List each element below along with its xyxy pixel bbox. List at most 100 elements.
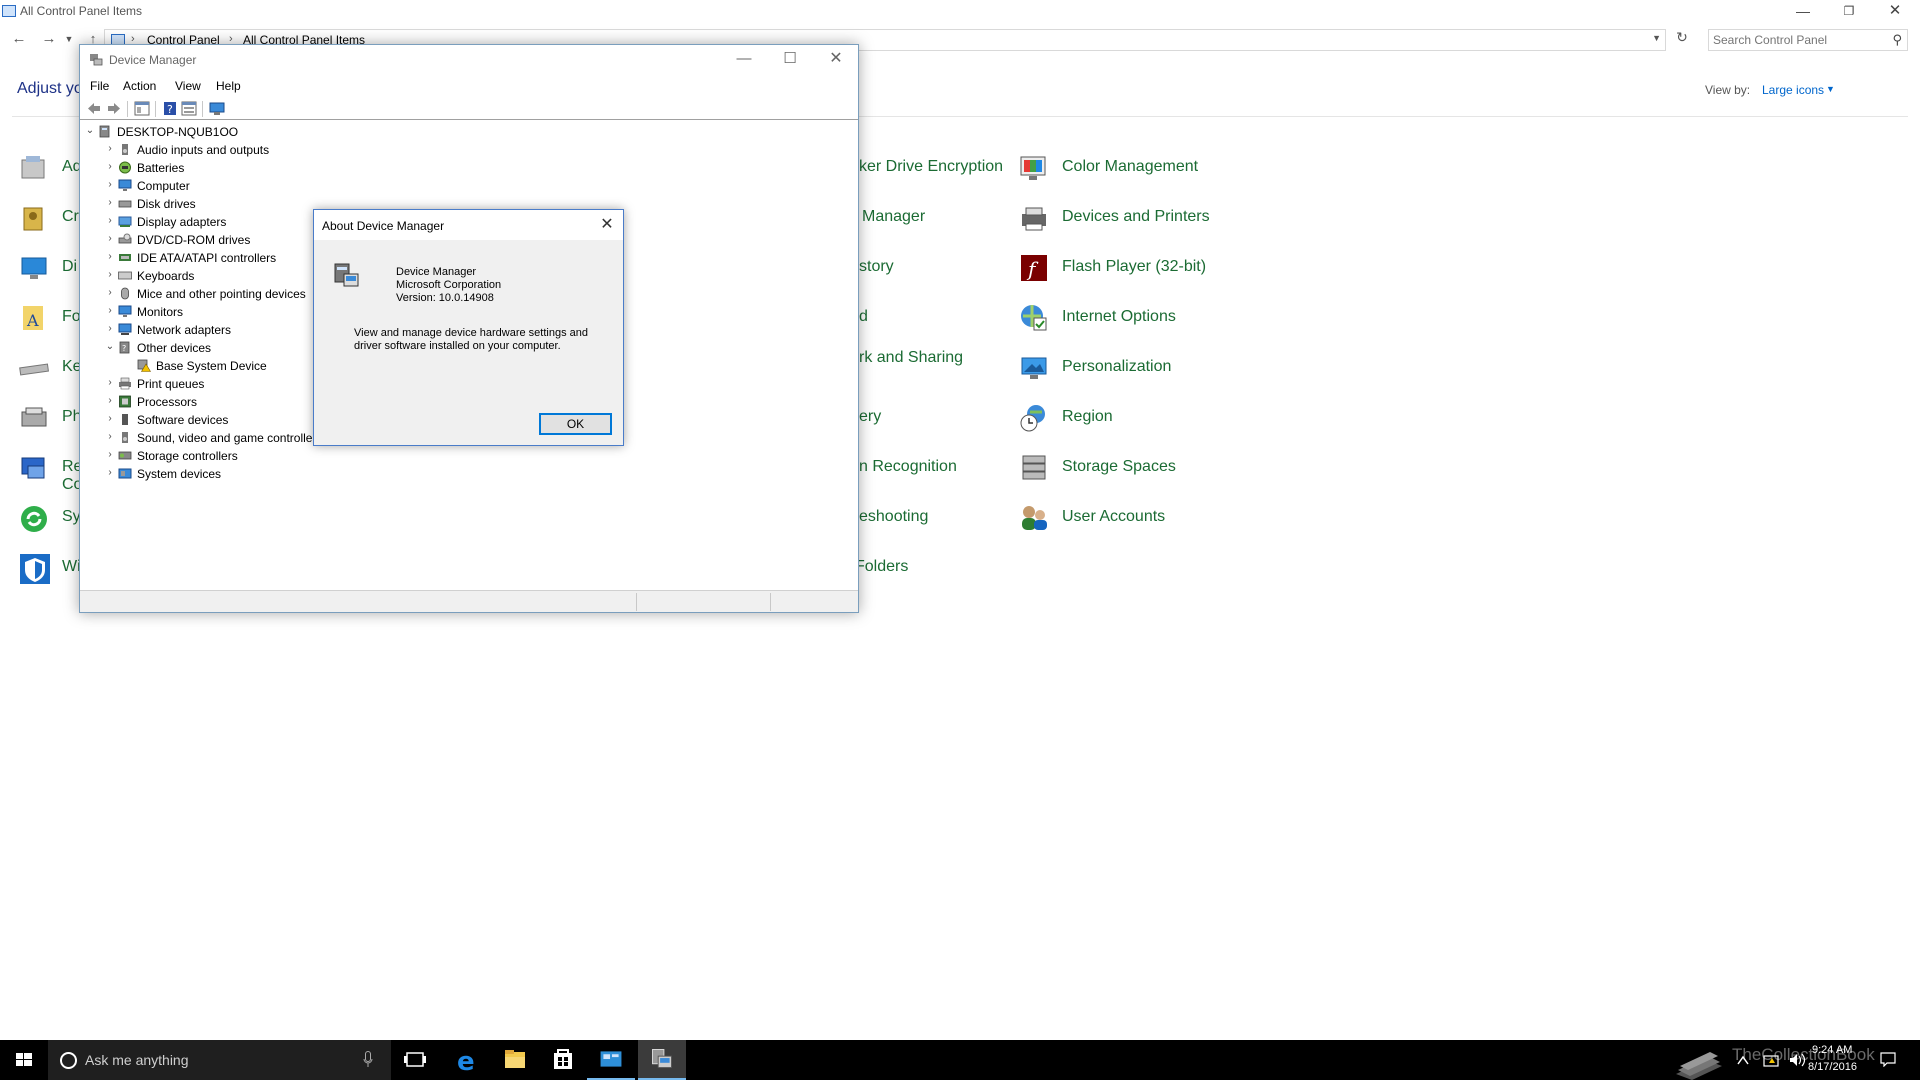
store-icon[interactable] bbox=[539, 1040, 587, 1080]
expand-arrow-icon[interactable]: › bbox=[104, 215, 116, 229]
ok-button[interactable]: OK bbox=[539, 413, 612, 435]
chevron-up-icon[interactable] bbox=[1737, 1055, 1749, 1065]
expand-arrow-icon[interactable]: › bbox=[104, 467, 116, 481]
cp-item-left-1[interactable]: Ad bbox=[18, 150, 88, 186]
cp-item-flash-player[interactable]: f Flash Player (32-bit) bbox=[1018, 250, 1238, 286]
toolbar-separator bbox=[127, 101, 128, 117]
forward-arrow-icon[interactable]: → bbox=[38, 28, 60, 50]
properties-icon[interactable] bbox=[181, 101, 197, 116]
expand-arrow-icon[interactable]: › bbox=[104, 233, 116, 247]
cp-item-region[interactable]: Region bbox=[1018, 400, 1238, 436]
close-icon[interactable]: ✕ bbox=[813, 47, 859, 73]
about-dialog: About Device Manager ✕ Device Manager Mi… bbox=[313, 209, 624, 446]
battery-icon bbox=[119, 161, 131, 174]
menu-action[interactable]: Action bbox=[123, 79, 156, 93]
credential-icon bbox=[23, 207, 43, 231]
scan-hardware-icon[interactable] bbox=[209, 101, 225, 116]
forward-arrow-icon[interactable] bbox=[106, 101, 122, 116]
device-manager-titlebar: Device Manager — ☐ ✕ bbox=[80, 45, 858, 75]
help-icon[interactable]: ? bbox=[162, 101, 178, 116]
cp-item-user-accounts[interactable]: User Accounts bbox=[1018, 500, 1238, 536]
maximize-icon[interactable]: ☐ bbox=[767, 47, 813, 73]
cp-item-left-2[interactable]: Cr bbox=[18, 200, 88, 236]
sound-icon bbox=[122, 432, 128, 443]
search-icon[interactable]: ⚲ bbox=[1892, 32, 1902, 48]
chevron-down-icon[interactable]: ▼ bbox=[1652, 33, 1661, 43]
expand-arrow-icon[interactable]: › bbox=[104, 269, 116, 283]
recent-locations-icon[interactable]: ▼ bbox=[62, 28, 76, 50]
expand-arrow-icon[interactable]: › bbox=[104, 395, 116, 409]
menu-file[interactable]: File bbox=[90, 79, 109, 93]
expand-arrow-icon[interactable]: › bbox=[104, 449, 116, 463]
display-adapter-icon bbox=[118, 216, 132, 227]
chevron-down-icon[interactable]: ▼ bbox=[1826, 84, 1835, 94]
close-icon[interactable]: ✕ bbox=[1872, 0, 1918, 24]
cp-item-work-folders[interactable]: Folders bbox=[855, 558, 1055, 594]
restore-icon[interactable]: ❐ bbox=[1826, 0, 1872, 24]
close-icon[interactable]: ✕ bbox=[594, 214, 620, 236]
cp-item-devices-printers[interactable]: Devices and Printers bbox=[1018, 200, 1238, 236]
cp-item-left-8[interactable]: Sy bbox=[18, 500, 88, 536]
volume-icon[interactable] bbox=[1790, 1054, 1797, 1066]
back-arrow-icon[interactable] bbox=[86, 101, 102, 116]
cp-item-left-5[interactable]: Ke bbox=[18, 350, 88, 386]
taskbar: Ask me anything e TheCollectionBook 9:24… bbox=[0, 1040, 1920, 1080]
remoteapp-icon bbox=[21, 457, 45, 479]
toolbar: ? bbox=[80, 98, 858, 120]
expand-arrow-icon[interactable]: › bbox=[104, 323, 116, 337]
cp-item-color-management[interactable]: Color Management bbox=[1018, 150, 1238, 186]
minimize-icon[interactable]: — bbox=[1780, 0, 1826, 24]
expand-arrow-icon[interactable]: › bbox=[104, 197, 116, 211]
minimize-icon[interactable]: — bbox=[721, 47, 767, 73]
storage-controller-icon bbox=[118, 451, 132, 460]
menu-view[interactable]: View bbox=[175, 79, 201, 93]
cortana-icon bbox=[60, 1052, 77, 1069]
file-explorer-icon[interactable] bbox=[491, 1040, 539, 1080]
clock-time[interactable]: 9:24 AM bbox=[1812, 1044, 1852, 1056]
control-panel-title: All Control Panel Items bbox=[20, 4, 143, 18]
back-arrow-icon[interactable]: ← bbox=[8, 28, 30, 50]
cp-item-personalization[interactable]: Personalization bbox=[1018, 350, 1238, 386]
keyboard-icon bbox=[118, 271, 132, 280]
expand-arrow-icon[interactable]: › bbox=[104, 377, 116, 391]
status-separator bbox=[636, 593, 637, 611]
show-hide-console-tree-icon[interactable] bbox=[134, 101, 150, 116]
cp-item-left-6[interactable]: Ph bbox=[18, 400, 88, 436]
task-view-icon[interactable] bbox=[391, 1040, 439, 1080]
refresh-icon[interactable]: ↻ bbox=[1672, 29, 1692, 51]
disk-drive-icon bbox=[118, 200, 132, 208]
search-input[interactable] bbox=[1713, 32, 1883, 48]
cp-item-left-9[interactable]: Wi bbox=[18, 550, 88, 586]
edge-browser-icon[interactable]: e bbox=[443, 1040, 491, 1080]
collapse-arrow-icon[interactable]: ⌄ bbox=[84, 125, 96, 139]
warning-icon bbox=[1769, 1058, 1775, 1063]
cortana-search-box[interactable]: Ask me anything bbox=[48, 1040, 391, 1080]
search-box[interactable]: ⚲ bbox=[1708, 29, 1908, 51]
expand-arrow-icon[interactable]: › bbox=[104, 413, 116, 427]
cp-item-internet-options[interactable]: Internet Options bbox=[1018, 300, 1238, 336]
expand-arrow-icon[interactable]: › bbox=[104, 287, 116, 301]
cp-item-left-4[interactable]: A Fo bbox=[18, 300, 88, 336]
clock-date[interactable]: 8/17/2016 bbox=[1808, 1061, 1857, 1073]
action-center-icon[interactable] bbox=[1880, 1051, 1896, 1067]
device-manager-taskbar-icon[interactable] bbox=[638, 1040, 686, 1080]
personalization-icon bbox=[1021, 357, 1047, 379]
expand-arrow-icon[interactable]: › bbox=[104, 143, 116, 157]
expand-arrow-icon[interactable]: › bbox=[104, 431, 116, 445]
expand-arrow-icon[interactable]: › bbox=[104, 161, 116, 175]
cp-item-storage-spaces[interactable]: Storage Spaces bbox=[1018, 450, 1238, 486]
microphone-icon[interactable] bbox=[363, 1051, 373, 1068]
expand-arrow-icon[interactable]: › bbox=[104, 179, 116, 193]
expand-arrow-icon[interactable]: › bbox=[104, 305, 116, 319]
menu-help[interactable]: Help bbox=[216, 79, 241, 93]
cp-item-left-7[interactable]: Re Co bbox=[18, 450, 88, 496]
windows-start-icon[interactable] bbox=[0, 1040, 48, 1080]
control-panel-taskbar-icon[interactable] bbox=[587, 1040, 635, 1080]
view-by-dropdown[interactable]: Large icons bbox=[1762, 83, 1824, 97]
version-text: Version: 10.0.14908 bbox=[396, 292, 494, 304]
fonts-icon: A bbox=[23, 306, 43, 330]
expand-arrow-icon[interactable]: › bbox=[104, 251, 116, 265]
cp-item-left-3[interactable]: Di bbox=[18, 250, 88, 286]
collapse-arrow-icon[interactable]: ⌄ bbox=[104, 341, 116, 355]
page-title: Adjust yo bbox=[17, 80, 83, 97]
